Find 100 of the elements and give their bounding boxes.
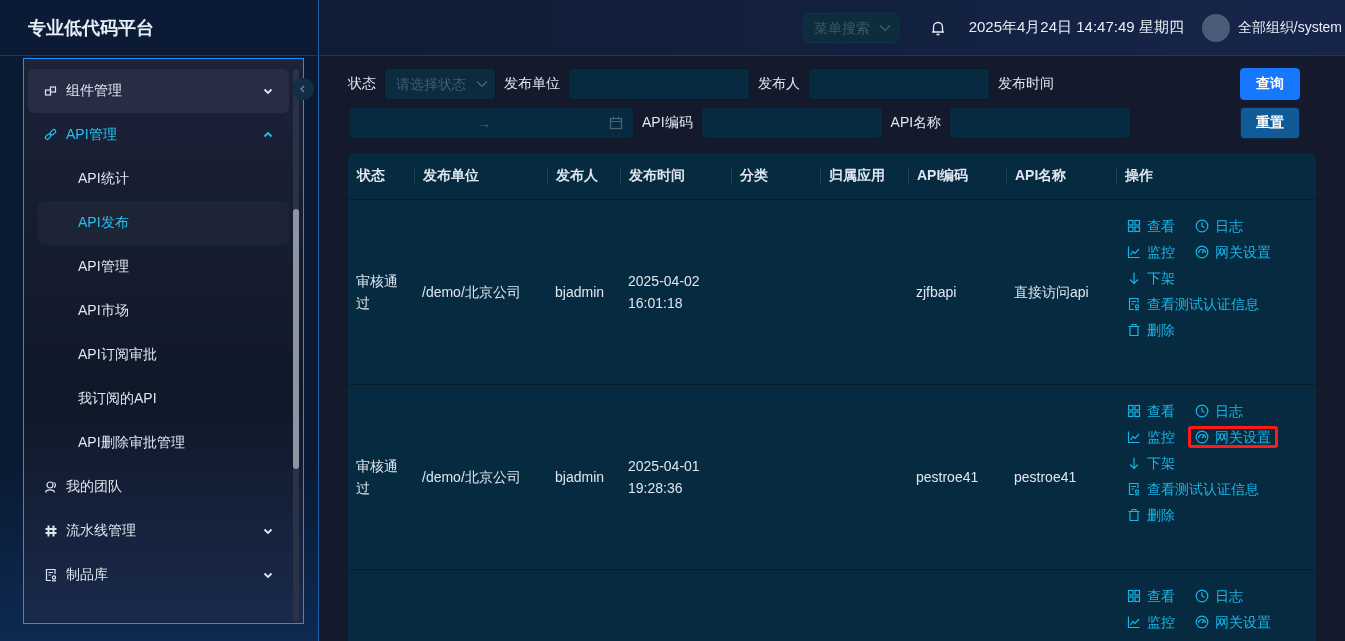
date-time: 2025年4月24日 14:47:49 星期四	[968, 18, 1184, 37]
range-separator: →	[477, 114, 491, 131]
menu-item[interactable]: 我的团队	[28, 465, 289, 509]
action-link[interactable]: 监控	[1120, 426, 1182, 448]
document-icon	[44, 568, 58, 582]
submenu-item[interactable]: API管理	[38, 245, 289, 289]
avatar[interactable]	[1201, 13, 1230, 42]
trash-icon	[1127, 508, 1141, 522]
collapse-button[interactable]	[292, 78, 314, 100]
table-cell-text: /demo/北京公司	[422, 468, 521, 487]
table-cell-text: 2025-04-01 19:28:36	[628, 457, 701, 498]
table-cell-text: bjadmin	[555, 283, 605, 302]
document-icon	[1127, 482, 1141, 496]
query-button[interactable]: 查询	[1240, 68, 1300, 100]
action-link[interactable]: 查看	[1120, 585, 1182, 607]
column-header: 归属应用	[820, 167, 908, 185]
user-organization[interactable]: 全部组织/system	[1237, 18, 1342, 37]
submenu-item[interactable]: API订阅审批	[38, 333, 289, 377]
chevron-down-icon	[878, 23, 891, 32]
column-header: API名称	[1006, 167, 1116, 185]
chevron-down-icon	[263, 526, 273, 536]
document-icon	[1127, 297, 1141, 311]
menu-item[interactable]: 流水线管理	[28, 509, 289, 553]
field-label: API编码	[642, 113, 693, 132]
line-chart-icon	[1127, 430, 1141, 444]
action-link[interactable]: 删除	[1120, 504, 1182, 526]
grid-icon	[1127, 589, 1141, 603]
action-link[interactable]: 查看测试认证信息	[1120, 293, 1266, 315]
input-field[interactable]	[808, 68, 990, 101]
field-label: 状态	[348, 75, 376, 94]
clock-icon	[1195, 219, 1209, 233]
table-cell-text: pestroe41	[1014, 468, 1077, 487]
table-cell-text: zjfbapi	[916, 283, 957, 302]
line-chart-icon	[1127, 245, 1141, 259]
field-label: 发布单位	[504, 75, 560, 94]
submenu-item[interactable]: API删除审批管理	[38, 421, 289, 465]
submenu-item[interactable]: 我订阅的API	[38, 377, 289, 421]
input-field[interactable]	[568, 68, 750, 101]
field-label: API名称	[890, 113, 942, 132]
action-link[interactable]: 查看	[1120, 400, 1182, 422]
down-arrow-icon	[1127, 271, 1141, 285]
action-link[interactable]: 网关设置	[1188, 611, 1278, 633]
reset-button[interactable]: 重置	[1240, 107, 1300, 139]
submenu-item[interactable]: API统计	[38, 157, 289, 201]
calendar-icon	[609, 115, 623, 130]
chevron-down-icon	[476, 80, 488, 89]
table-cell-text: 2025-04-02 16:01:18	[628, 272, 701, 313]
line-chart-icon	[1127, 615, 1141, 629]
action-link[interactable]: 监控	[1120, 241, 1182, 263]
submenu-item[interactable]: API发布	[38, 201, 289, 245]
action-link[interactable]: 查看	[1120, 215, 1182, 237]
menu-item[interactable]: API管理	[28, 113, 289, 157]
action-link[interactable]: 监控	[1120, 611, 1182, 633]
field-label: 发布人	[758, 75, 800, 94]
chevron-down-icon	[263, 570, 273, 580]
submenu-item[interactable]: API市场	[38, 289, 289, 333]
column-header: 状态	[355, 167, 386, 185]
table-cell-text: 审核通过	[356, 457, 399, 498]
person-icon	[44, 480, 58, 494]
input-field[interactable]	[949, 106, 1132, 139]
column-header: 发布人	[547, 167, 620, 185]
link-icon	[44, 128, 58, 142]
down-arrow-icon	[1127, 456, 1141, 470]
action-link[interactable]: 删除	[1120, 319, 1182, 341]
action-link[interactable]: 日志	[1188, 400, 1250, 422]
hash-icon	[44, 524, 58, 538]
gauge-icon	[1195, 430, 1209, 444]
gauge-icon	[1195, 245, 1209, 259]
field-label: 发布时间	[998, 75, 1054, 94]
input-field[interactable]	[700, 106, 883, 139]
action-link[interactable]: 下架	[1120, 452, 1182, 474]
chevron-down-icon	[263, 86, 273, 96]
grid-icon	[1127, 404, 1141, 418]
column-header: 操作	[1116, 167, 1316, 185]
clock-icon	[1195, 589, 1209, 603]
app-title: 专业低代码平台	[28, 16, 154, 40]
column-header: 分类	[731, 167, 820, 185]
table-cell-text: bjadmin	[555, 468, 605, 487]
action-link[interactable]: 日志	[1188, 215, 1250, 237]
menu-item[interactable]: 制品库	[28, 553, 289, 597]
table-cell-text: 直接访问api	[1014, 283, 1089, 302]
scrollbar[interactable]	[293, 69, 299, 621]
table-cell-text: /demo/北京公司	[422, 283, 521, 302]
menu-item[interactable]: 组件管理	[28, 69, 289, 113]
column-header: 发布单位	[414, 167, 547, 185]
column-header: 发布时间	[620, 167, 731, 185]
action-link[interactable]: 日志	[1188, 585, 1250, 607]
table-cell-text: 审核通过	[356, 272, 399, 313]
clock-icon	[1195, 404, 1209, 418]
action-link[interactable]: 查看测试认证信息	[1120, 478, 1266, 500]
chevron-up-icon	[263, 130, 273, 140]
action-link[interactable]: 网关设置	[1188, 426, 1278, 448]
grid-icon	[1127, 219, 1141, 233]
trash-icon	[1127, 323, 1141, 337]
column-header: API编码	[908, 167, 1006, 185]
action-link[interactable]: 下架	[1120, 267, 1182, 289]
table-cell-text: pestroe41	[916, 468, 979, 487]
bell-icon	[930, 19, 945, 36]
action-link[interactable]: 网关设置	[1188, 241, 1278, 263]
blocks-icon	[44, 84, 58, 98]
